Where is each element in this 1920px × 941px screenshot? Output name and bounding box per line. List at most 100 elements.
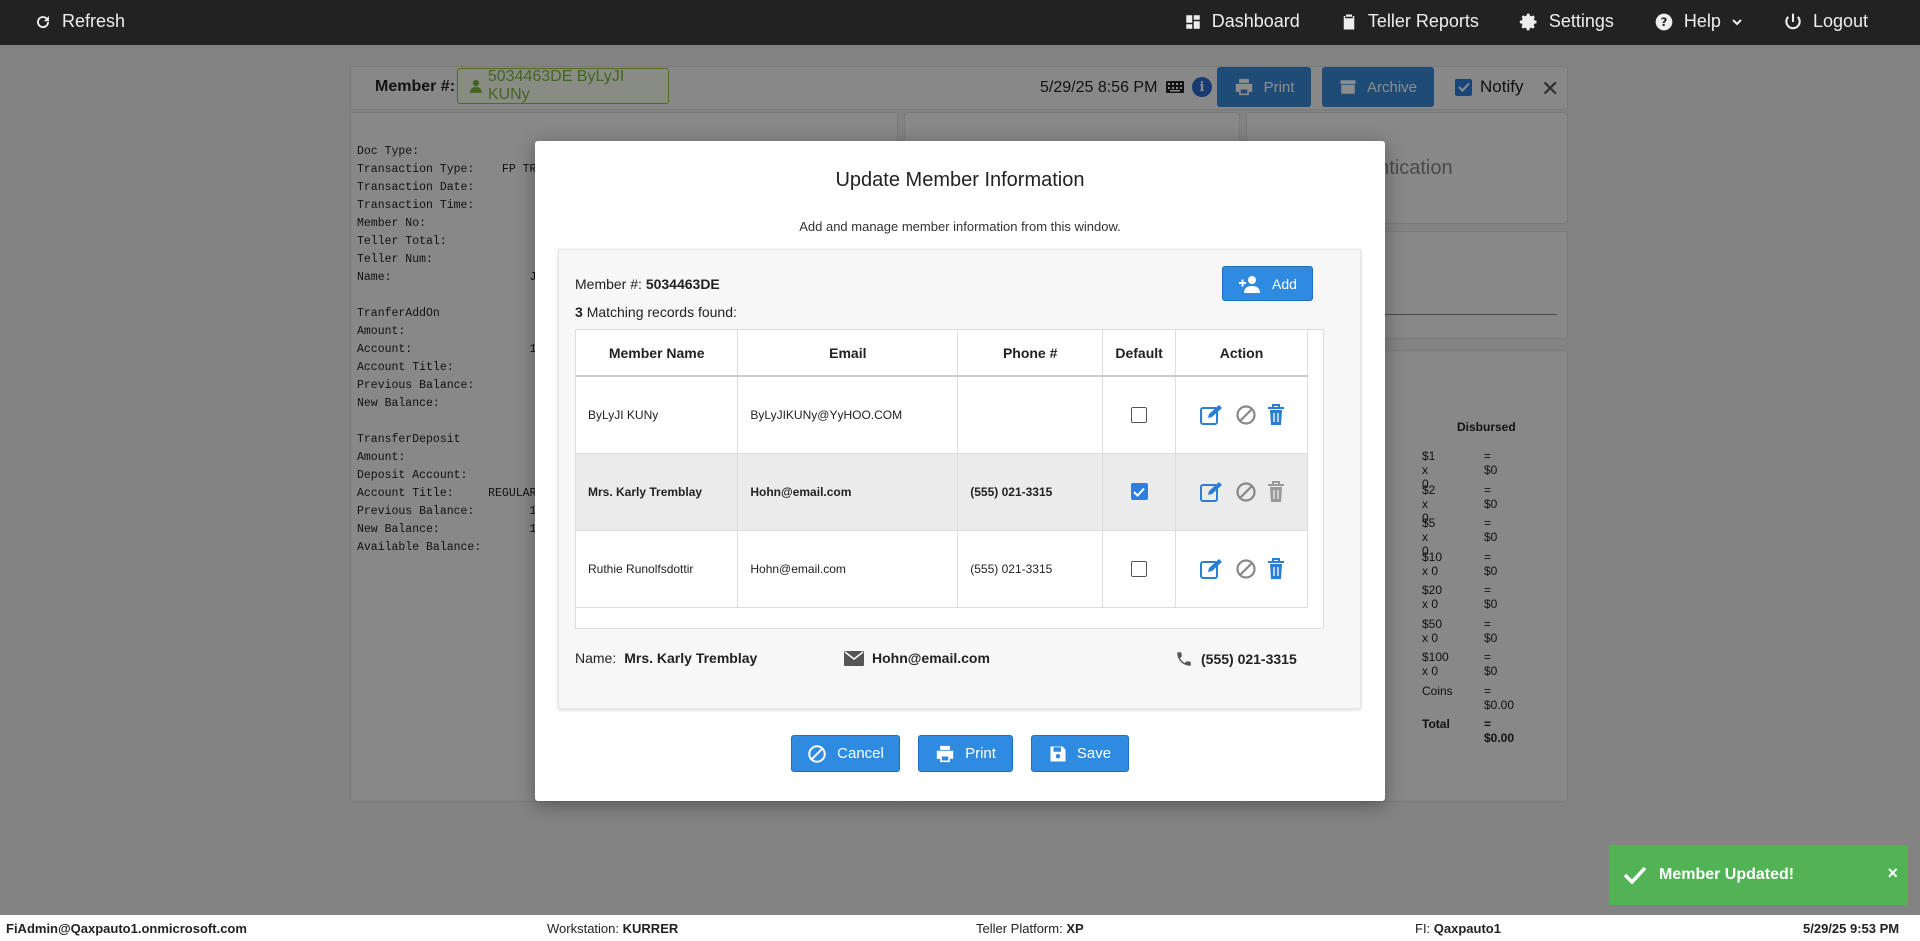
column-header: Member Name xyxy=(576,330,739,377)
summary-email-value: Hohn@email.com xyxy=(872,650,990,666)
printer-icon xyxy=(936,745,954,762)
disable-icon[interactable] xyxy=(1235,404,1257,426)
match-text: Matching records found: xyxy=(586,304,737,320)
status-fi: FI: Qaxpauto1 xyxy=(1415,921,1501,936)
fi-label: FI: xyxy=(1415,921,1431,936)
power-icon xyxy=(1785,13,1801,29)
default-checkbox-checked[interactable] xyxy=(1130,483,1148,500)
status-platform: Teller Platform: XP xyxy=(976,921,1084,936)
clipboard-icon xyxy=(1343,14,1355,29)
table-header-row: Member Name Email Phone # Default Action xyxy=(576,330,1308,377)
email-cell: ByLyJIKUNy@YyHOO.COM xyxy=(737,376,959,454)
summary-name-value: Mrs. Karly Tremblay xyxy=(624,650,758,666)
help-menu[interactable]: ? Help xyxy=(1654,11,1743,32)
delete-icon[interactable] xyxy=(1267,403,1285,426)
action-cell xyxy=(1175,376,1308,454)
edit-icon[interactable] xyxy=(1199,481,1225,503)
status-workstation: Workstation: KURRER xyxy=(547,921,678,936)
chevron-down-icon xyxy=(1732,18,1742,25)
teller-reports-link[interactable]: Teller Reports xyxy=(1340,11,1479,32)
table-row[interactable]: ByLyJI KUNy ByLyJIKUNy@YyHOO.COM xyxy=(576,376,1308,454)
default-cell xyxy=(1102,453,1177,531)
email-cell: Hohn@email.com xyxy=(737,530,959,608)
column-header: Phone # xyxy=(957,330,1104,377)
member-name-cell: ByLyJI KUNy xyxy=(576,376,739,454)
default-checkbox[interactable] xyxy=(1131,560,1148,577)
dashboard-icon xyxy=(1186,14,1200,29)
edit-icon[interactable] xyxy=(1199,404,1225,426)
delete-icon xyxy=(1267,480,1284,502)
print-label: Print xyxy=(965,745,996,762)
add-user-icon xyxy=(1239,275,1261,293)
column-header: Email xyxy=(737,330,959,377)
status-datetime: 5/29/25 9:53 PM xyxy=(1803,921,1900,936)
settings-link[interactable]: Settings xyxy=(1519,11,1614,32)
disable-icon[interactable] xyxy=(1235,558,1257,580)
teller-reports-label: Teller Reports xyxy=(1367,11,1479,31)
default-cell xyxy=(1102,376,1177,454)
members-table: Member Name Email Phone # Default Action… xyxy=(575,329,1324,629)
help-label: Help xyxy=(1683,11,1721,31)
summary-phone-value: (555) 021-3315 xyxy=(1201,651,1297,667)
refresh-button[interactable]: Refresh xyxy=(34,11,125,32)
save-icon xyxy=(1050,746,1066,761)
top-navigation-bar: Refresh Dashboard Teller Reports Setting… xyxy=(0,0,1920,45)
match-count: 3 xyxy=(575,304,583,320)
action-cell xyxy=(1175,453,1308,531)
column-header: Default xyxy=(1102,330,1177,377)
default-cell xyxy=(1102,530,1177,608)
refresh-label: Refresh xyxy=(62,11,126,31)
update-member-modal: Update Member Information Add and manage… xyxy=(535,141,1385,801)
phone-cell xyxy=(957,376,1104,454)
dashboard-link[interactable]: Dashboard xyxy=(1184,11,1300,32)
platform-label: Teller Platform: xyxy=(976,921,1063,936)
column-header: Action xyxy=(1175,330,1308,377)
member-records-section: Member #: 5034463DE 3 Matching records f… xyxy=(558,249,1361,709)
email-cell: Hohn@email.com xyxy=(737,453,959,531)
dashboard-label: Dashboard xyxy=(1211,11,1300,31)
success-toast: Member Updated! × xyxy=(1609,845,1908,905)
member-number-label: Member #: xyxy=(575,276,642,292)
member-number-value: 5034463DE xyxy=(645,276,720,292)
workstation-label: Workstation: xyxy=(547,921,620,936)
member-name-cell: Ruthie Runolfsdottir xyxy=(576,530,739,608)
add-member-button[interactable]: Add xyxy=(1222,266,1313,301)
save-button[interactable]: Save xyxy=(1031,735,1129,772)
summary-name-label: Name: xyxy=(575,650,617,666)
edit-icon[interactable] xyxy=(1199,558,1225,580)
logout-link[interactable]: Logout xyxy=(1783,11,1868,32)
default-checkbox[interactable] xyxy=(1131,406,1148,423)
status-bar: FiAdmin@Qaxpauto1.onmicrosoft.com Workst… xyxy=(0,915,1920,941)
cancel-label: Cancel xyxy=(837,745,884,762)
disable-icon[interactable] xyxy=(1235,481,1257,503)
add-label: Add xyxy=(1272,275,1297,292)
logout-label: Logout xyxy=(1812,11,1868,31)
fi-value: Qaxpauto1 xyxy=(1433,921,1501,936)
table-row-selected[interactable]: Mrs. Karly Tremblay Hohn@email.com (555)… xyxy=(576,453,1308,531)
refresh-icon xyxy=(37,15,50,28)
status-user: FiAdmin@Qaxpauto1.onmicrosoft.com xyxy=(6,921,247,936)
phone-cell: (555) 021-3315 xyxy=(957,453,1104,531)
gear-icon xyxy=(1519,13,1537,30)
member-name-cell: Mrs. Karly Tremblay xyxy=(576,453,739,531)
member-number-row: Member #: 5034463DE xyxy=(575,276,720,292)
check-icon xyxy=(1623,866,1647,885)
cancel-icon xyxy=(808,744,826,763)
save-label: Save xyxy=(1076,745,1112,762)
print-button[interactable]: Print xyxy=(918,735,1013,772)
matching-records-text: 3 Matching records found: xyxy=(575,304,737,320)
toast-close-button[interactable]: × xyxy=(1887,863,1898,884)
summary-email: Hohn@email.com xyxy=(844,650,990,666)
settings-label: Settings xyxy=(1548,11,1614,31)
phone-icon xyxy=(1177,652,1191,666)
action-cell xyxy=(1175,530,1308,608)
workstation-value: KURRER xyxy=(622,921,679,936)
cancel-button[interactable]: Cancel xyxy=(791,735,900,772)
envelope-icon xyxy=(844,650,864,666)
phone-cell: (555) 021-3315 xyxy=(957,530,1104,608)
table-row[interactable]: Ruthie Runolfsdottir Hohn@email.com (555… xyxy=(576,530,1308,608)
platform-value: XP xyxy=(1066,921,1084,936)
svg-text:?: ? xyxy=(1661,15,1668,29)
delete-icon[interactable] xyxy=(1267,557,1285,580)
summary-name: Name: Mrs. Karly Tremblay xyxy=(575,650,757,666)
